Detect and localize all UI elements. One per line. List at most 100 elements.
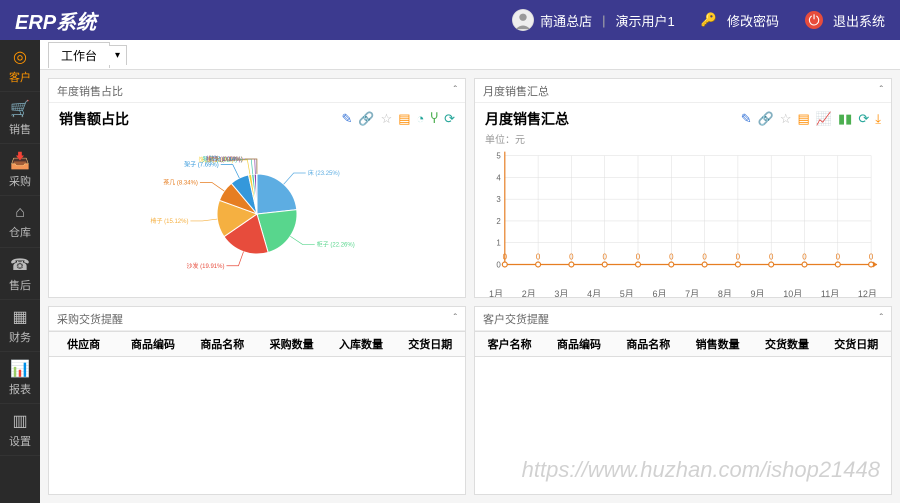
tab-bar: 工作台 ▾ bbox=[40, 40, 900, 70]
column-header: 销售数量 bbox=[683, 332, 752, 356]
chart-toolbar: ✎ 🔗 ☆ ▤ 📈 ▮▮ ⟳ ⤓ bbox=[741, 111, 881, 127]
svg-text:茶几 (8.34%): 茶几 (8.34%) bbox=[163, 178, 198, 186]
link-icon[interactable]: 🔗 bbox=[758, 111, 774, 127]
list-icon[interactable]: ▤ bbox=[398, 111, 410, 127]
svg-text:0: 0 bbox=[802, 253, 807, 262]
cart-icon: 🛒 bbox=[10, 99, 30, 119]
svg-text:0: 0 bbox=[769, 253, 774, 262]
panel-pie: 年度销售占比ˆ 销售额占比 ✎ 🔗 ☆ ▤ ◔ Ⴤ ⟳ bbox=[48, 78, 466, 298]
x-tick-label: 4月 bbox=[587, 287, 601, 297]
refresh-icon[interactable]: ⟳ bbox=[858, 111, 869, 127]
sidebar-item-finance[interactable]: ▦财务 bbox=[0, 300, 40, 352]
sidebar-item-purchase[interactable]: 📥采购 bbox=[0, 144, 40, 196]
sidebar: ◎客户 🛒销售 📥采购 ⌂仓库 ☎售后 ▦财务 📊报表 ▥设置 bbox=[0, 40, 40, 503]
x-tick-label: 10月 bbox=[783, 287, 802, 297]
chart-title: 月度销售汇总 bbox=[485, 109, 741, 129]
x-tick-label: 2月 bbox=[522, 287, 536, 297]
bar-icon[interactable]: ▮▮ bbox=[838, 111, 852, 127]
svg-text:0: 0 bbox=[536, 253, 541, 262]
svg-text:0: 0 bbox=[702, 253, 707, 262]
sidebar-item-sales[interactable]: 🛒销售 bbox=[0, 92, 40, 144]
panel-title: 客户交货提醒 bbox=[483, 311, 880, 327]
x-tick-label: 9月 bbox=[751, 287, 765, 297]
column-header: 商品编码 bbox=[118, 332, 187, 356]
svg-text:枕头 (0.02%): 枕头 (0.02%) bbox=[208, 155, 243, 163]
chart-icon: 📊 bbox=[10, 359, 30, 379]
line-icon[interactable]: 📈 bbox=[816, 111, 832, 127]
chevron-up-icon[interactable]: ˆ bbox=[880, 85, 883, 96]
column-header: 交货数量 bbox=[752, 332, 821, 356]
column-header: 商品名称 bbox=[614, 332, 683, 356]
chevron-up-icon[interactable]: ˆ bbox=[880, 313, 883, 324]
top-header: ERP系统 南通总店 | 演示用户1 🔑 修改密码 ⏻ 退出系统 bbox=[0, 0, 900, 40]
panel-title: 采购交货提醒 bbox=[57, 311, 454, 327]
link-icon[interactable]: 🔗 bbox=[358, 111, 374, 127]
sidebar-item-aftersale[interactable]: ☎售后 bbox=[0, 248, 40, 300]
sidebar-item-settings[interactable]: ▥设置 bbox=[0, 404, 40, 456]
svg-text:0: 0 bbox=[836, 253, 841, 262]
export-icon[interactable]: ⤓ bbox=[875, 111, 881, 127]
target-icon: ◎ bbox=[13, 47, 27, 67]
filter-icon[interactable]: Ⴤ bbox=[430, 111, 438, 127]
column-header: 供应商 bbox=[49, 332, 118, 356]
svg-text:0: 0 bbox=[869, 253, 874, 262]
svg-text:0: 0 bbox=[602, 253, 607, 262]
clock-icon[interactable]: ◔ bbox=[417, 111, 425, 127]
svg-text:0: 0 bbox=[669, 253, 674, 262]
user-name: 演示用户1 bbox=[616, 11, 675, 30]
user-area: 南通总店 | 演示用户1 🔑 修改密码 ⏻ 退出系统 bbox=[512, 9, 885, 31]
panel-customer-reminder: 客户交货提醒ˆ 客户名称商品编码商品名称销售数量交货数量交货日期 bbox=[474, 306, 892, 495]
svg-text:床 (23.25%): 床 (23.25%) bbox=[308, 169, 340, 177]
star-icon[interactable]: ☆ bbox=[780, 111, 792, 127]
grid-icon: ▦ bbox=[12, 307, 27, 327]
panel-line: 月度销售汇总ˆ 月度销售汇总 ✎ 🔗 ☆ ▤ 📈 ▮▮ ⟳ ⤓ bbox=[474, 78, 892, 298]
column-header: 客户名称 bbox=[475, 332, 544, 356]
sidebar-item-customer[interactable]: ◎客户 bbox=[0, 40, 40, 92]
x-tick-label: 7月 bbox=[685, 287, 699, 297]
tab-dropdown[interactable]: ▾ bbox=[109, 45, 127, 65]
column-header: 采购数量 bbox=[257, 332, 326, 356]
svg-text:0: 0 bbox=[736, 253, 741, 262]
svg-text:0: 0 bbox=[496, 260, 501, 269]
gear-icon: ▥ bbox=[12, 411, 27, 431]
tab-workbench[interactable]: 工作台 bbox=[48, 42, 110, 68]
divider: | bbox=[602, 13, 605, 28]
table-header: 客户名称商品编码商品名称销售数量交货数量交货日期 bbox=[475, 331, 891, 357]
panel-title: 月度销售汇总 bbox=[483, 83, 880, 99]
svg-text:5: 5 bbox=[496, 152, 501, 161]
inbox-icon: 📥 bbox=[10, 151, 30, 171]
star-icon[interactable]: ☆ bbox=[381, 111, 393, 127]
refresh-icon[interactable]: ⟳ bbox=[444, 111, 455, 127]
sidebar-item-warehouse[interactable]: ⌂仓库 bbox=[0, 196, 40, 248]
svg-text:3: 3 bbox=[496, 195, 501, 204]
house-icon: ⌂ bbox=[15, 204, 25, 222]
line-chart: 012345000000000000 1月2月3月4月5月6月7月8月9月10月… bbox=[485, 150, 881, 297]
list-icon[interactable]: ▤ bbox=[798, 111, 810, 127]
svg-text:椅子 (15.12%): 椅子 (15.12%) bbox=[150, 217, 188, 225]
edit-icon[interactable]: ✎ bbox=[741, 111, 752, 127]
key-icon: 🔑 bbox=[701, 12, 717, 28]
svg-text:0: 0 bbox=[569, 253, 574, 262]
x-tick-label: 5月 bbox=[620, 287, 634, 297]
x-tick-label: 3月 bbox=[554, 287, 568, 297]
chevron-up-icon[interactable]: ˆ bbox=[454, 85, 457, 96]
svg-text:柜子 (22.26%): 柜子 (22.26%) bbox=[317, 241, 355, 249]
svg-text:2: 2 bbox=[496, 217, 500, 226]
x-tick-label: 6月 bbox=[652, 287, 666, 297]
table-header: 供应商商品编码商品名称采购数量入库数量交货日期 bbox=[49, 331, 465, 357]
phone-icon: ☎ bbox=[10, 255, 30, 275]
panel-purchase-reminder: 采购交货提醒ˆ 供应商商品编码商品名称采购数量入库数量交货日期 bbox=[48, 306, 466, 495]
logout-link[interactable]: 退出系统 bbox=[833, 11, 885, 30]
x-tick-label: 8月 bbox=[718, 287, 732, 297]
edit-icon[interactable]: ✎ bbox=[341, 111, 352, 127]
column-header: 交货日期 bbox=[396, 332, 465, 356]
svg-text:0: 0 bbox=[636, 253, 641, 262]
svg-text:沙发 (19.91%): 沙发 (19.91%) bbox=[186, 262, 224, 270]
sidebar-item-report[interactable]: 📊报表 bbox=[0, 352, 40, 404]
avatar-icon[interactable] bbox=[512, 9, 534, 31]
chart-toolbar: ✎ 🔗 ☆ ▤ ◔ Ⴤ ⟳ bbox=[341, 111, 455, 127]
chart-title: 销售额占比 bbox=[59, 109, 341, 129]
chevron-up-icon[interactable]: ˆ bbox=[454, 313, 457, 324]
store-name: 南通总店 bbox=[540, 11, 592, 30]
change-password-link[interactable]: 修改密码 bbox=[727, 11, 779, 30]
